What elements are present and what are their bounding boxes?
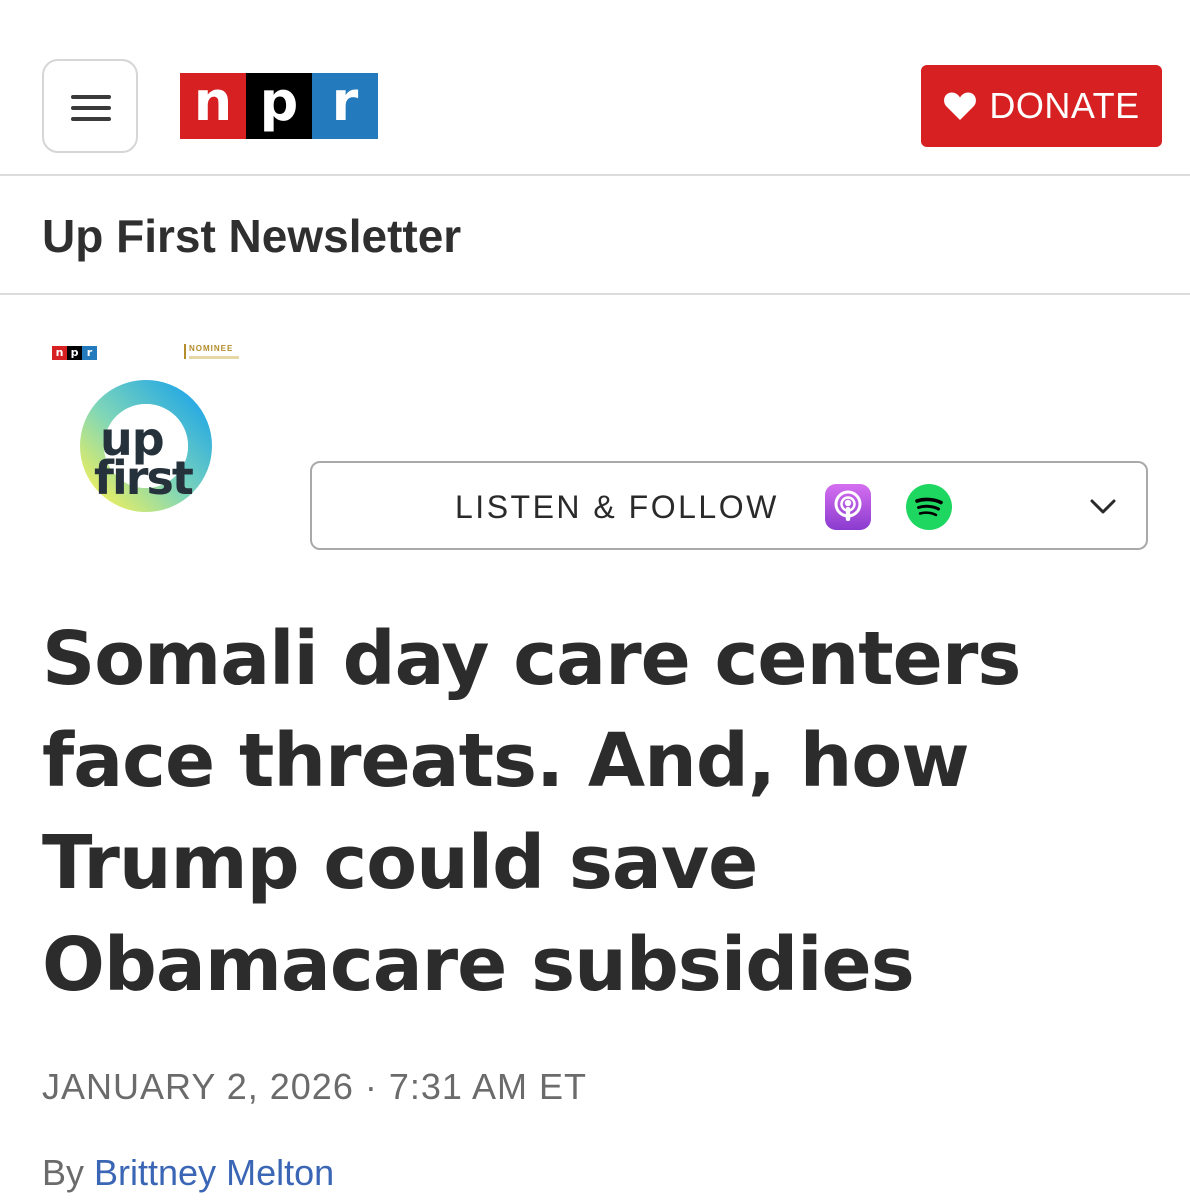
donate-label: DONATE bbox=[989, 85, 1140, 126]
up-first-wordmark: up first bbox=[94, 412, 194, 506]
site-header: n p r DONATE bbox=[0, 0, 1190, 176]
logo-letter-p: p bbox=[246, 73, 312, 139]
section-title[interactable]: Up First Newsletter bbox=[42, 209, 461, 263]
listen-follow-label: LISTEN & FOLLOW bbox=[455, 489, 779, 525]
logo-letter-r: r bbox=[312, 73, 378, 139]
npr-logo[interactable]: n p r bbox=[180, 73, 378, 139]
article-date: JANUARY 2, 2026 bbox=[42, 1066, 354, 1107]
listen-follow-dropdown[interactable]: LISTEN & FOLLOW bbox=[310, 461, 1148, 550]
up-first-podcast-art[interactable]: n p r NOMINEE up first bbox=[48, 340, 258, 545]
article-time: 7:31 AM ET bbox=[388, 1066, 587, 1107]
logo-letter-n: n bbox=[180, 73, 246, 139]
mini-npr-logo: n p r bbox=[52, 346, 97, 360]
chevron-down-icon[interactable] bbox=[1088, 493, 1118, 519]
apple-podcasts-icon[interactable] bbox=[825, 484, 871, 530]
dateline-separator: · bbox=[364, 1066, 378, 1107]
author-link[interactable]: Brittney Melton bbox=[94, 1152, 334, 1193]
nominee-badge: NOMINEE bbox=[184, 344, 239, 359]
donate-button[interactable]: DONATE bbox=[921, 65, 1162, 147]
article-byline: By Brittney Melton bbox=[42, 1152, 334, 1194]
spotify-icon[interactable] bbox=[906, 484, 952, 530]
article-headline: Somali day care centers face threats. An… bbox=[42, 616, 1021, 1008]
menu-button[interactable] bbox=[42, 59, 138, 153]
article-dateline: JANUARY 2, 2026 · 7:31 AM ET bbox=[42, 1066, 587, 1108]
byline-prefix: By bbox=[42, 1152, 85, 1193]
heart-icon bbox=[944, 92, 977, 120]
